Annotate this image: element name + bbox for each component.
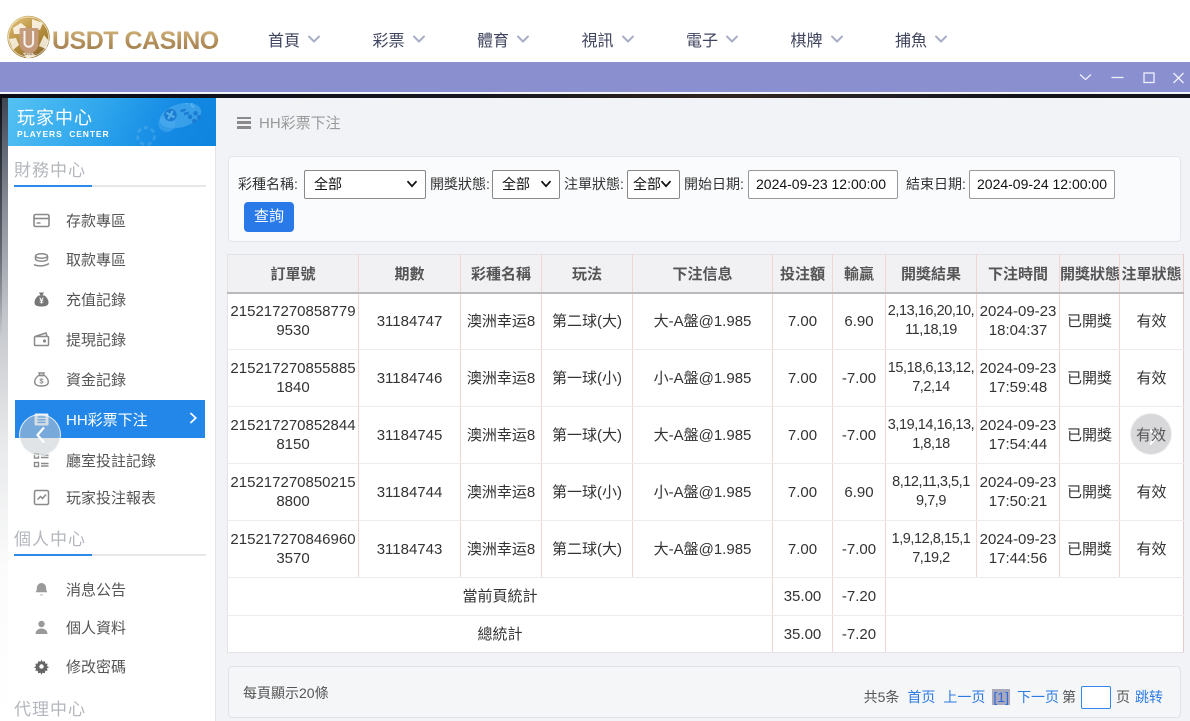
svg-text:$: $ [39,376,44,385]
svg-text:Casino: Casino [21,51,36,56]
svg-text:¥: ¥ [39,296,44,305]
